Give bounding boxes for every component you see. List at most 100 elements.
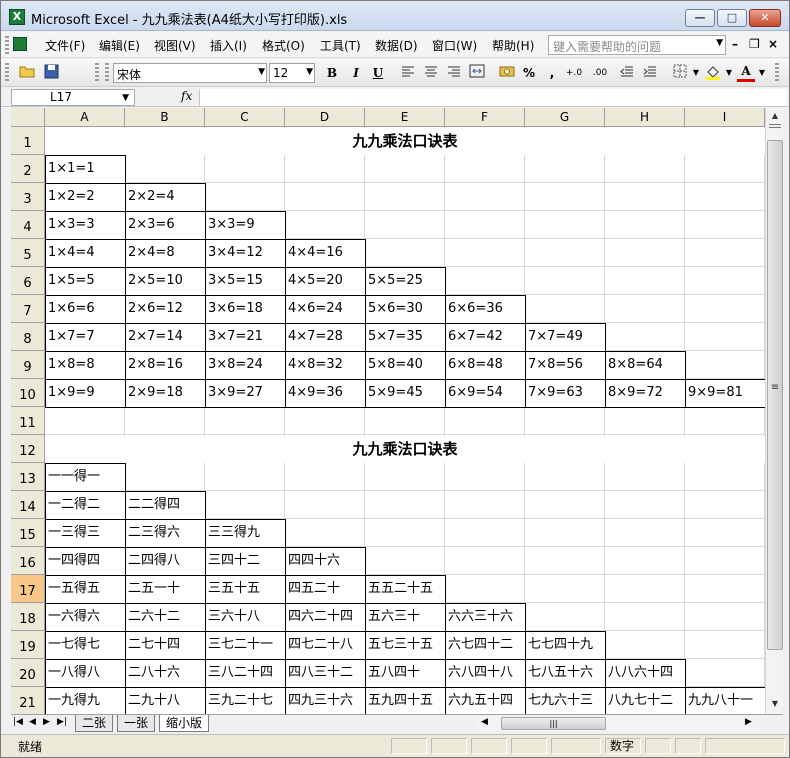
grid-cell[interactable] [685, 267, 765, 295]
chinese-mnemonic-cell[interactable]: 二六十二 [125, 603, 206, 632]
scroll-right-icon[interactable]: ▶ [745, 717, 752, 727]
grid-cell[interactable] [525, 519, 605, 547]
grid-cell[interactable] [685, 491, 765, 519]
column-header[interactable]: C [205, 108, 285, 127]
maximize-button[interactable]: □ [717, 9, 747, 27]
chinese-mnemonic-cell[interactable]: 一五得五 [45, 575, 126, 604]
chevron-down-icon[interactable]: ▼ [691, 64, 701, 82]
chinese-mnemonic-cell[interactable]: 四七二十八 [285, 631, 366, 660]
multiplication-cell[interactable]: 5×8=40 [365, 351, 446, 380]
currency-icon[interactable] [497, 64, 517, 82]
sheet-tab[interactable]: 一张 [117, 715, 156, 732]
grid-cell[interactable] [685, 603, 765, 631]
chinese-mnemonic-cell[interactable]: 二八十六 [125, 659, 206, 688]
next-sheet-icon[interactable]: ▶ [43, 717, 50, 727]
menu-item[interactable]: 工具(T) [320, 37, 361, 54]
row-header[interactable]: 8 [11, 323, 45, 351]
grid-cell[interactable] [525, 603, 605, 631]
toolbar-grip[interactable] [95, 63, 99, 83]
grid-cell[interactable] [445, 547, 525, 575]
chinese-mnemonic-cell[interactable]: 七九六十三 [525, 687, 606, 714]
chinese-mnemonic-cell[interactable]: 四五二十 [285, 575, 366, 604]
row-header[interactable]: 1 [11, 127, 45, 155]
chinese-mnemonic-cell[interactable]: 一四得四 [45, 547, 126, 576]
function-icon[interactable]: fx [181, 89, 192, 103]
decrease-indent-icon[interactable] [618, 64, 636, 82]
toolbar-grip[interactable] [5, 36, 9, 54]
menu-item[interactable]: 插入(I) [210, 37, 247, 54]
excel-icon[interactable]: X [9, 9, 25, 25]
row-header[interactable]: 11 [11, 407, 45, 435]
multiplication-cell[interactable]: 6×9=54 [445, 379, 526, 408]
multiplication-cell[interactable]: 3×8=24 [205, 351, 286, 380]
grid-cell[interactable] [605, 603, 685, 631]
multiplication-cell[interactable]: 8×9=72 [605, 379, 686, 408]
multiplication-cell[interactable]: 4×4=16 [285, 239, 366, 268]
grid-cell[interactable] [605, 463, 685, 491]
multiplication-cell[interactable]: 1×7=7 [45, 323, 126, 352]
grid-cell[interactable] [685, 463, 765, 491]
grid-cell[interactable] [605, 323, 685, 351]
multiplication-cell[interactable]: 9×9=81 [685, 379, 765, 408]
column-header[interactable]: D [285, 108, 365, 127]
grid-cell[interactable] [205, 155, 285, 183]
grid-cell[interactable] [365, 463, 445, 491]
multiplication-cell[interactable]: 6×7=42 [445, 323, 526, 352]
sheet-tab[interactable]: 缩小版 [159, 715, 210, 732]
chinese-mnemonic-cell[interactable]: 九九八十一 [685, 687, 765, 714]
multiplication-cell[interactable]: 3×5=15 [205, 267, 286, 296]
multiplication-cell[interactable]: 3×6=18 [205, 295, 286, 324]
chinese-mnemonic-cell[interactable]: 一七得七 [45, 631, 126, 660]
multiplication-cell[interactable]: 5×9=45 [365, 379, 446, 408]
grid-cell[interactable] [445, 211, 525, 239]
grid-cell[interactable] [205, 463, 285, 491]
chinese-mnemonic-cell[interactable]: 七八五十六 [525, 659, 606, 688]
chinese-mnemonic-cell[interactable]: 三八二十四 [205, 659, 286, 688]
chevron-down-icon[interactable]: ▼ [258, 67, 265, 77]
grid-cell[interactable] [605, 407, 685, 435]
grid-cell[interactable] [685, 659, 765, 687]
split-handle[interactable] [769, 124, 781, 128]
grid-cell[interactable] [445, 183, 525, 211]
multiplication-cell[interactable]: 7×8=56 [525, 351, 606, 380]
multiplication-cell[interactable]: 7×7=49 [525, 323, 606, 352]
grid-cell[interactable] [445, 239, 525, 267]
multiplication-cell[interactable]: 8×8=64 [605, 351, 686, 380]
chevron-down-icon[interactable]: ▼ [306, 67, 313, 77]
increase-decimal-button[interactable]: +.0 [563, 64, 585, 82]
multiplication-cell[interactable]: 4×8=32 [285, 351, 366, 380]
chinese-mnemonic-cell[interactable]: 二四得八 [125, 547, 206, 576]
multiplication-cell[interactable]: 1×4=4 [45, 239, 126, 268]
multiplication-cell[interactable]: 4×9=36 [285, 379, 366, 408]
grid-cell[interactable] [365, 183, 445, 211]
chinese-mnemonic-cell[interactable]: 一三得三 [45, 519, 126, 548]
multiplication-cell[interactable]: 4×5=20 [285, 267, 366, 296]
name-box[interactable]: L17 ▼ [11, 89, 135, 106]
grid-cell[interactable] [205, 183, 285, 211]
multiplication-cell[interactable]: 4×7=28 [285, 323, 366, 352]
comma-button[interactable]: , [545, 64, 559, 82]
grid-cell[interactable] [525, 295, 605, 323]
grid-cell[interactable] [605, 155, 685, 183]
grid-cell[interactable] [365, 491, 445, 519]
align-center-icon[interactable] [422, 64, 440, 82]
chinese-mnemonic-cell[interactable]: 五五二十五 [365, 575, 446, 604]
row-header[interactable]: 20 [11, 659, 45, 687]
menu-item[interactable]: 数据(D) [375, 37, 418, 54]
grid-cell[interactable] [685, 351, 765, 379]
row-header[interactable]: 15 [11, 519, 45, 547]
document-icon[interactable] [13, 37, 27, 51]
floppy-save-icon[interactable] [42, 64, 60, 82]
grid-cell[interactable] [605, 267, 685, 295]
row-header[interactable]: 2 [11, 155, 45, 183]
multiplication-cell[interactable]: 1×5=5 [45, 267, 126, 296]
multiplication-cell[interactable]: 6×6=36 [445, 295, 526, 324]
row-header[interactable]: 14 [11, 491, 45, 519]
menu-item[interactable]: 文件(F) [45, 37, 85, 54]
chinese-mnemonic-cell[interactable]: 八九七十二 [605, 687, 686, 714]
grid-cell[interactable] [685, 631, 765, 659]
chinese-mnemonic-cell[interactable]: 四四十六 [285, 547, 366, 576]
column-header[interactable]: G [525, 108, 605, 127]
chinese-mnemonic-cell[interactable]: 二五一十 [125, 575, 206, 604]
row-header[interactable]: 13 [11, 463, 45, 491]
